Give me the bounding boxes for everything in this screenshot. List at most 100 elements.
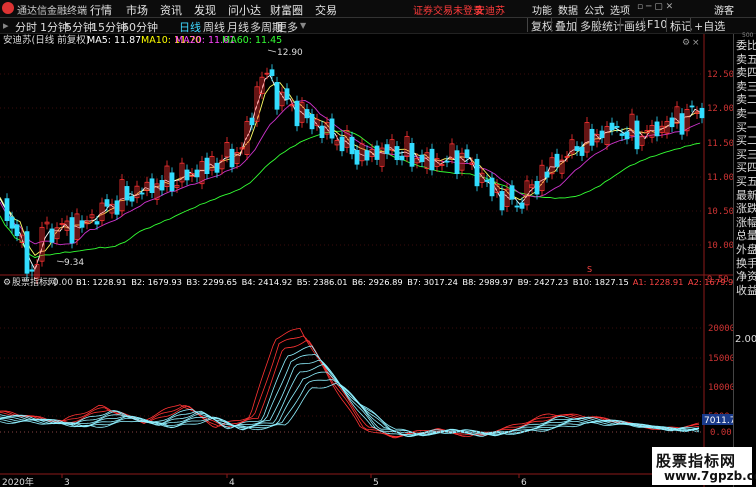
- candle-body: [489, 177, 495, 197]
- candle-body: [94, 221, 100, 225]
- candle-body: [9, 216, 15, 229]
- period-more[interactable]: 更多: [276, 19, 298, 35]
- candle-body: [249, 117, 255, 126]
- candle-body: [599, 130, 605, 139]
- candle-body: [409, 142, 415, 167]
- current-stock-name: 安迪苏: [475, 6, 505, 17]
- login-notice[interactable]: 证券交易未登录: [413, 2, 483, 17]
- ma-line-3: [0, 74, 701, 271]
- high-price-label: 12.90: [277, 48, 303, 58]
- period-intraday[interactable]: 分时: [15, 19, 37, 35]
- candle-body: [699, 107, 705, 119]
- candle-body: [384, 144, 390, 154]
- candle-body: [514, 205, 520, 208]
- period-60min[interactable]: 60分钟: [122, 19, 158, 35]
- candle-body: [679, 113, 685, 135]
- more-chevron-icon[interactable]: ▼: [300, 21, 306, 30]
- indicator-label-4: B5: 2386.01: [297, 277, 348, 287]
- indicator-value: : 0.00: [47, 278, 73, 288]
- menu-formula[interactable]: 公式: [584, 2, 604, 17]
- candle-body: [14, 224, 20, 237]
- menu-options[interactable]: 选项: [610, 2, 630, 17]
- menu-function[interactable]: 功能: [532, 2, 552, 17]
- candle-body: [229, 148, 235, 168]
- svg-text:10000: 10000: [708, 383, 733, 393]
- candle-body: [284, 88, 290, 100]
- candle-body: [614, 125, 620, 128]
- period-daily[interactable]: 日线: [179, 19, 201, 35]
- app-title: 通达信金融终端: [17, 6, 87, 17]
- indicator-label-10: A1: 1228.91: [633, 277, 684, 287]
- indicator-gear-icon: ⚙: [3, 278, 11, 288]
- main-y-axis: 12.50 12.00 11.50 11.00 10.50 10.00 9.50: [707, 70, 733, 285]
- candle-body: [619, 133, 625, 136]
- ma5-label: MA5: 11.87: [87, 35, 141, 46]
- app-logo-icon: [2, 2, 14, 14]
- indicator-label-1: B2: 1679.93: [131, 277, 182, 287]
- indicator-label-0: B1: 1228.91: [76, 277, 127, 287]
- svg-text:4: 4: [229, 478, 235, 487]
- svg-text:11.00: 11.00: [707, 173, 733, 183]
- svg-text:2020年: 2020年: [2, 476, 34, 487]
- svg-text:20000: 20000: [708, 324, 733, 334]
- indicator-label-7: B8: 2989.97: [462, 277, 513, 287]
- tool-add-watchlist[interactable]: +自选: [690, 18, 728, 33]
- low-price-label: 9.34: [64, 258, 84, 268]
- candle-body: [634, 120, 640, 150]
- watermark-logo: 股票指标网 www.7gpzb.com: [652, 447, 756, 485]
- candle-body: [204, 157, 210, 175]
- menu-data[interactable]: 数据: [558, 2, 578, 17]
- period-5min[interactable]: 5分钟: [65, 19, 94, 35]
- candle-body: [499, 191, 505, 211]
- period-toolbar: ▸ 分时 1分钟 5分钟 15分钟 60分钟 日线 周线 月线 多周期 更多 ▼…: [0, 18, 756, 34]
- candle-body: [104, 199, 110, 207]
- menu-discover[interactable]: 发现: [194, 2, 216, 18]
- candle-body: [184, 169, 190, 181]
- candle-body: [79, 220, 85, 228]
- candle-body: [49, 228, 55, 243]
- candle-body: [129, 196, 135, 202]
- guest-label[interactable]: 游客: [714, 2, 734, 17]
- candle-body: [159, 180, 165, 191]
- window-controls[interactable]: ▫ ─ ▢ ✕: [637, 2, 673, 12]
- candle-body: [349, 136, 355, 155]
- ma-line-2: [0, 82, 701, 256]
- ma-line-1: [0, 100, 701, 246]
- menu-market-quotes[interactable]: 行情: [90, 2, 112, 18]
- quote-field-18: 收益: [736, 283, 756, 297]
- candle-body: [319, 125, 325, 138]
- candle-body: [139, 192, 145, 195]
- candle-body: [69, 217, 75, 244]
- period-monthly[interactable]: 月线: [227, 19, 249, 35]
- kline-chart[interactable]: 安迪苏(日线 前复权) MA5: 11.87 MA10: 11.70 MA20:…: [0, 34, 733, 487]
- candle-body: [464, 149, 470, 159]
- menu-ask[interactable]: 问小达: [228, 2, 261, 18]
- menu-market[interactable]: 市场: [126, 2, 148, 18]
- svg-text:12.00: 12.00: [707, 104, 733, 114]
- candle-body: [669, 117, 675, 128]
- candle-body: [534, 181, 540, 195]
- candle-body: [269, 69, 275, 76]
- menu-bar: 通达信金融终端 行情 市场 资讯 发现 问小达 财富圈 交易 证券交易未登录 安…: [0, 0, 756, 18]
- expand-icon[interactable]: ▸: [3, 19, 9, 32]
- panel-settings-icon[interactable]: ⚙: [682, 38, 690, 48]
- period-weekly[interactable]: 周线: [203, 19, 225, 35]
- candle-body: [399, 155, 405, 161]
- candle-body: [149, 178, 155, 194]
- menu-news[interactable]: 资讯: [160, 2, 182, 18]
- menu-trade[interactable]: 交易: [315, 2, 337, 18]
- candle-body: [354, 149, 360, 165]
- candle-body: [519, 202, 525, 209]
- candle-body: [374, 145, 380, 160]
- indicator-label-5: B6: 2926.89: [352, 277, 403, 287]
- indicator-label-11: A2: 1679.93: [688, 277, 733, 287]
- indicator-label-2: B3: 2299.65: [186, 277, 237, 287]
- menu-wealth[interactable]: 财富圈: [270, 2, 303, 18]
- indicator-label-3: B4: 2414.92: [242, 277, 293, 287]
- candle-body: [309, 113, 315, 130]
- candle-body: [294, 100, 300, 127]
- panel-close-icon[interactable]: ×: [692, 38, 700, 48]
- candle-body: [544, 171, 550, 178]
- svg-text:10.50: 10.50: [707, 207, 733, 217]
- x-axis: 2020年 3 4 5 6: [2, 476, 527, 487]
